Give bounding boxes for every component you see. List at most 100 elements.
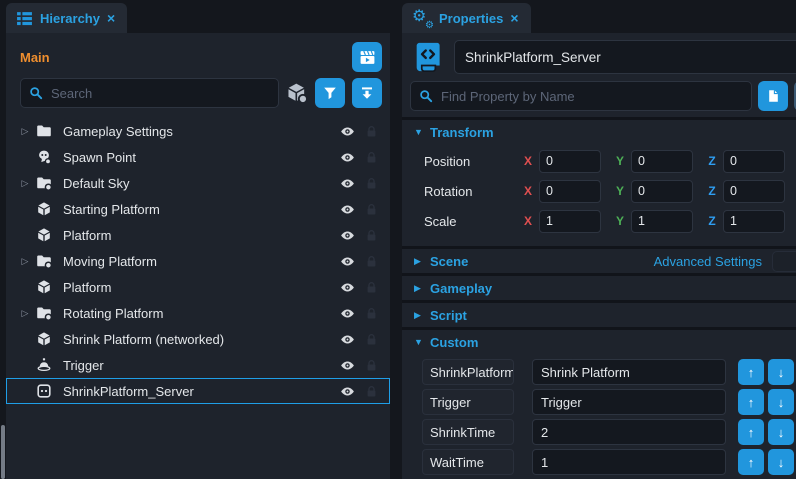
visibility-eye-icon[interactable] — [335, 149, 359, 166]
move-down-button[interactable]: ↓ — [768, 359, 794, 385]
tree-row-trigger[interactable]: Trigger — [6, 352, 390, 378]
lock-icon[interactable] — [359, 228, 383, 243]
collapse-all-button[interactable] — [352, 78, 382, 108]
tree-row-spawn-point[interactable]: Spawn Point — [6, 144, 390, 170]
chevron-right-icon[interactable]: ▶ — [414, 256, 430, 267]
expand-arrow-icon[interactable]: ▷ — [17, 256, 33, 267]
tree-row-rotating-platform[interactable]: ▷ Rotating Platform — [6, 300, 390, 326]
section-custom[interactable]: ▼ Custom ••• — [402, 327, 796, 354]
lock-icon[interactable] — [359, 176, 383, 191]
scrollbar-thumb[interactable] — [1, 425, 5, 479]
tree-row-moving-platform[interactable]: ▷ Moving Platform — [6, 248, 390, 274]
gear-icon: ⚙ ⚙ — [412, 9, 432, 27]
visibility-eye-icon[interactable] — [335, 175, 359, 192]
folder-badge-icon — [33, 305, 55, 321]
lock-icon[interactable] — [359, 202, 383, 217]
properties-body: ▼ Transform Position X Y Z ↺ Rotation X — [402, 33, 796, 479]
hierarchy-tabstrip: Hierarchy × — [6, 0, 390, 33]
lock-icon[interactable] — [359, 306, 383, 321]
properties-panel: ⚙ ⚙ Properties × ▼ — [402, 0, 796, 479]
shrinkplatform-value-input[interactable] — [532, 359, 726, 385]
move-up-button[interactable]: ↑ — [738, 419, 764, 445]
tree-row-platform[interactable]: Platform — [6, 222, 390, 248]
lock-icon[interactable] — [359, 358, 383, 373]
expand-arrow-icon[interactable]: ▷ — [17, 126, 33, 137]
shrinktime-value-input[interactable] — [532, 419, 726, 445]
tree-row-default-sky[interactable]: ▷ Default Sky — [6, 170, 390, 196]
tree-row-shrinkplatform-server[interactable]: ShrinkPlatform_Server — [6, 378, 390, 404]
entity-name-input[interactable] — [454, 40, 796, 74]
rotation-x-input[interactable] — [539, 180, 601, 203]
copy-properties-button[interactable] — [758, 81, 788, 111]
editor-window: Hierarchy × Main ▷ — [0, 0, 796, 479]
visibility-eye-icon[interactable] — [335, 383, 359, 400]
chevron-right-icon[interactable]: ▶ — [414, 283, 430, 294]
section-transform[interactable]: ▼ Transform — [402, 117, 796, 144]
rotation-y-input[interactable] — [631, 180, 693, 203]
cutscene-clapper-button[interactable] — [352, 42, 382, 72]
section-scene[interactable]: ▶ Scene Advanced Settings — [402, 246, 796, 273]
lock-icon[interactable] — [359, 384, 383, 399]
entity-cube-icon[interactable] — [286, 82, 308, 104]
move-down-button[interactable]: ↓ — [768, 449, 794, 475]
scale-y-input[interactable] — [631, 210, 693, 233]
tree-row-starting-platform[interactable]: Starting Platform — [6, 196, 390, 222]
chevron-down-icon[interactable]: ▼ — [414, 127, 430, 137]
position-y-input[interactable] — [631, 150, 693, 173]
chevron-right-icon[interactable]: ▶ — [414, 310, 430, 321]
tree-row-gameplay-settings[interactable]: ▷ Gameplay Settings — [6, 118, 390, 144]
custom-rows: ShrinkPlatform ↑ ↓ × Trigger ↑ ↓ × Shrin… — [402, 354, 796, 479]
move-up-button[interactable]: ↑ — [738, 449, 764, 475]
visibility-eye-icon[interactable] — [335, 357, 359, 374]
move-up-button[interactable]: ↑ — [738, 389, 764, 415]
position-z-input[interactable] — [723, 150, 785, 173]
scale-x-input[interactable] — [539, 210, 601, 233]
rotation-z-input[interactable] — [723, 180, 785, 203]
tree-row-shrink-platform-networked[interactable]: Shrink Platform (networked) — [6, 326, 390, 352]
lock-icon[interactable] — [359, 124, 383, 139]
spawn-point-icon — [33, 149, 55, 165]
move-up-button[interactable]: ↑ — [738, 359, 764, 385]
close-icon[interactable]: × — [107, 11, 115, 25]
expand-arrow-icon[interactable]: ▷ — [17, 308, 33, 319]
visibility-eye-icon[interactable] — [335, 201, 359, 218]
filter-button[interactable] — [315, 78, 345, 108]
visibility-eye-icon[interactable] — [335, 227, 359, 244]
hierarchy-body: Main ▷ Gameplay Settings — [6, 33, 390, 479]
find-property-input[interactable] — [410, 81, 752, 111]
hierarchy-search-input[interactable] — [20, 78, 279, 108]
visibility-eye-icon[interactable] — [335, 279, 359, 296]
lock-icon[interactable] — [359, 280, 383, 295]
trigger-value-input[interactable] — [532, 389, 726, 415]
visibility-eye-icon[interactable] — [335, 305, 359, 322]
lock-icon[interactable] — [359, 332, 383, 347]
advanced-settings-checkbox[interactable] — [772, 251, 796, 272]
scale-z-input[interactable] — [723, 210, 785, 233]
tree-row-platform[interactable]: Platform — [6, 274, 390, 300]
position-x-input[interactable] — [539, 150, 601, 173]
tab-properties[interactable]: ⚙ ⚙ Properties × — [402, 3, 531, 33]
move-down-button[interactable]: ↓ — [768, 419, 794, 445]
search-icon — [28, 85, 44, 101]
lock-icon[interactable] — [359, 254, 383, 269]
visibility-eye-icon[interactable] — [335, 253, 359, 270]
custom-row-shrinktime: ShrinkTime ↑ ↓ × — [422, 417, 796, 447]
cube-icon — [33, 279, 55, 295]
waittime-value-input[interactable] — [532, 449, 726, 475]
section-script[interactable]: ▶ Script — [402, 300, 796, 327]
panel-divider[interactable] — [390, 0, 402, 479]
expand-arrow-icon[interactable]: ▷ — [17, 178, 33, 189]
chevron-down-icon[interactable]: ▼ — [414, 337, 430, 347]
advanced-settings-link[interactable]: Advanced Settings — [654, 254, 762, 269]
tab-hierarchy[interactable]: Hierarchy × — [6, 3, 127, 33]
lock-icon[interactable] — [359, 150, 383, 165]
close-icon[interactable]: × — [510, 11, 518, 25]
move-down-button[interactable]: ↓ — [768, 389, 794, 415]
rotation-row: Rotation X Y Z ↺ — [424, 176, 796, 206]
visibility-eye-icon[interactable] — [335, 123, 359, 140]
search-icon — [418, 88, 434, 104]
visibility-eye-icon[interactable] — [335, 331, 359, 348]
script-scroll-icon — [410, 39, 446, 75]
folder-badge-icon — [33, 253, 55, 269]
section-gameplay[interactable]: ▶ Gameplay — [402, 273, 796, 300]
